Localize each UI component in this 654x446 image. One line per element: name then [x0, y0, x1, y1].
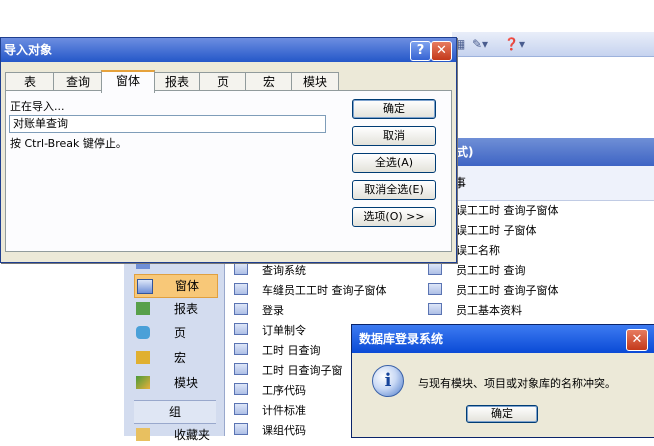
list-item[interactable]: 工序代码: [234, 381, 306, 401]
form-icon: [234, 403, 248, 415]
current-object-field: 对账单查询: [9, 115, 326, 133]
list-item[interactable]: 登录: [234, 301, 284, 321]
list-item[interactable]: 误工工时 查询子窗体: [456, 201, 559, 221]
tab-modules[interactable]: 模块: [291, 72, 339, 91]
objbar-item-modules[interactable]: 模块: [134, 372, 216, 394]
module-icon: [136, 376, 150, 389]
list-item[interactable]: 员工工时 查询: [428, 261, 526, 281]
objbar-item-pages[interactable]: 页: [134, 322, 216, 344]
help-icon[interactable]: ❓▾: [504, 36, 525, 52]
form-icon: [234, 303, 248, 315]
list-item[interactable]: 误工工时 子窗体: [456, 221, 537, 241]
list-item[interactable]: 车缝员工工时 查询子窗体: [234, 281, 387, 301]
toolbar: ▦ ✎▾ ❓▾: [452, 32, 654, 57]
tab-tables[interactable]: 表: [5, 72, 55, 91]
form-icon: [428, 303, 442, 315]
options-button[interactable]: 选项(O) >>: [352, 207, 436, 227]
close-button[interactable]: ✕: [431, 41, 452, 61]
form-icon: [234, 363, 248, 375]
tab-macros[interactable]: 宏: [245, 72, 293, 91]
ok-button[interactable]: 确定: [352, 99, 436, 119]
list-item[interactable]: 工时 日查询: [234, 341, 321, 361]
info-icon: i: [372, 365, 404, 397]
list-item[interactable]: 查询系统: [234, 261, 306, 281]
conflict-message-box: 数据库登录系统 ✕ i 与现有模块、项目或对象库的名称冲突。 确定: [351, 324, 654, 438]
form-icon: [234, 283, 248, 295]
objbar-item-reports[interactable]: 报表: [134, 298, 216, 320]
ok-button[interactable]: 确定: [466, 405, 538, 423]
form-icon: [234, 343, 248, 355]
tab-pages[interactable]: 页: [199, 72, 247, 91]
list-item[interactable]: 订单制令: [234, 321, 306, 341]
list-item[interactable]: 课组代码: [234, 421, 306, 441]
tab-queries[interactable]: 查询: [53, 72, 103, 91]
objbar-item-favorites[interactable]: 收藏夹: [134, 424, 216, 446]
dialog-titlebar[interactable]: 导入对象 ? ✕: [1, 38, 456, 62]
deselect-all-button[interactable]: 取消全选(E): [352, 180, 436, 200]
form-icon: [234, 323, 248, 335]
list-item[interactable]: 计件标准: [234, 401, 306, 421]
objbar-item-forms[interactable]: 窗体: [134, 274, 218, 298]
list-item[interactable]: 工时 日查询子窗: [234, 361, 343, 381]
dropdown-icon[interactable]: ✎▾: [472, 36, 488, 52]
list-item[interactable]: 误工名称: [456, 241, 500, 261]
import-objects-dialog: 导入对象 ? ✕ 表 查询 窗体 报表 页 宏 模块 正在导入... 对账单查询…: [0, 37, 457, 263]
database-window-subheader: 事: [452, 166, 654, 201]
tab-forms[interactable]: 窗体: [101, 70, 155, 93]
stop-hint: 按 Ctrl-Break 键停止。: [10, 137, 127, 150]
list-item[interactable]: 员工基本资料: [428, 301, 522, 321]
object-bar: 窗体 报表 页 宏 模块 组 收藏夹: [124, 256, 225, 442]
database-window-header: 式): [452, 138, 654, 166]
list-item[interactable]: 员工工时 查询子窗体: [428, 281, 559, 301]
groups-header[interactable]: 组: [134, 400, 216, 424]
message-titlebar[interactable]: 数据库登录系统: [352, 325, 654, 353]
tab-reports[interactable]: 报表: [153, 72, 201, 91]
form-icon: [137, 279, 153, 294]
status-text: 正在导入...: [10, 100, 65, 113]
report-icon: [136, 302, 150, 315]
form-icon: [428, 283, 442, 295]
macro-icon: [136, 351, 150, 364]
select-all-button[interactable]: 全选(A): [352, 153, 436, 173]
help-button[interactable]: ?: [410, 41, 431, 61]
page-icon: [136, 326, 150, 339]
form-icon: [234, 383, 248, 395]
objbar-item-macros[interactable]: 宏: [134, 347, 216, 369]
form-icon: [234, 423, 248, 435]
cancel-button[interactable]: 取消: [352, 126, 436, 146]
form-icon: [428, 263, 442, 275]
form-icon: [234, 263, 248, 275]
favorites-icon: [136, 428, 150, 441]
close-button[interactable]: ✕: [626, 329, 648, 351]
message-text: 与现有模块、项目或对象库的名称冲突。: [418, 377, 616, 390]
